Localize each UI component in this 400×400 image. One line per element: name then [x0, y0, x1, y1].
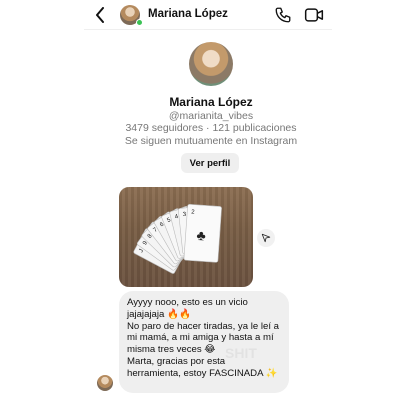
video-call-button[interactable] — [304, 6, 324, 24]
profile-avatar[interactable] — [189, 42, 233, 86]
chat-screen: Mariana López › Mariana López @marianita… — [0, 0, 400, 400]
back-button[interactable] — [92, 6, 108, 24]
phone-icon — [275, 7, 291, 23]
message-line: No paro de hacer tiradas, ya le leí a mi… — [127, 320, 279, 356]
text-message-bubble[interactable]: Ayyyy nooo, esto es un vicio jajajajaja … — [119, 291, 289, 393]
svg-text:♣: ♣ — [196, 227, 206, 244]
chevron-left-icon — [96, 7, 104, 23]
profile-handle: @marianita_vibes — [168, 110, 254, 122]
message-line: Ayyyy nooo, esto es un vicio jajajajaja … — [127, 297, 248, 320]
playing-cards-image: J 9 8 7 6 5 4 3 2 ♣ — [133, 204, 222, 274]
share-button[interactable] — [257, 229, 275, 247]
profile-stats: 3479 seguidores · 121 publicaciones — [125, 122, 297, 134]
view-profile-button[interactable]: Ver perfil — [181, 153, 239, 173]
audio-call-button[interactable] — [274, 6, 292, 24]
photo-message[interactable]: J 9 8 7 6 5 4 3 2 ♣ — [119, 187, 253, 287]
video-camera-icon — [304, 8, 324, 22]
chat-header: Mariana López › — [84, 0, 332, 30]
send-icon — [261, 233, 271, 243]
sender-avatar[interactable] — [97, 375, 113, 391]
watermark: SHIT — [225, 345, 257, 361]
message-line: Marta, gracias por esta herramienta, est… — [127, 355, 278, 379]
mutual-follow-note: Se siguen mutuamente en Instagram — [124, 135, 298, 147]
online-status-indicator — [136, 19, 143, 26]
chevron-right-icon[interactable]: › — [215, 8, 218, 19]
profile-name: Mariana López — [169, 95, 253, 109]
